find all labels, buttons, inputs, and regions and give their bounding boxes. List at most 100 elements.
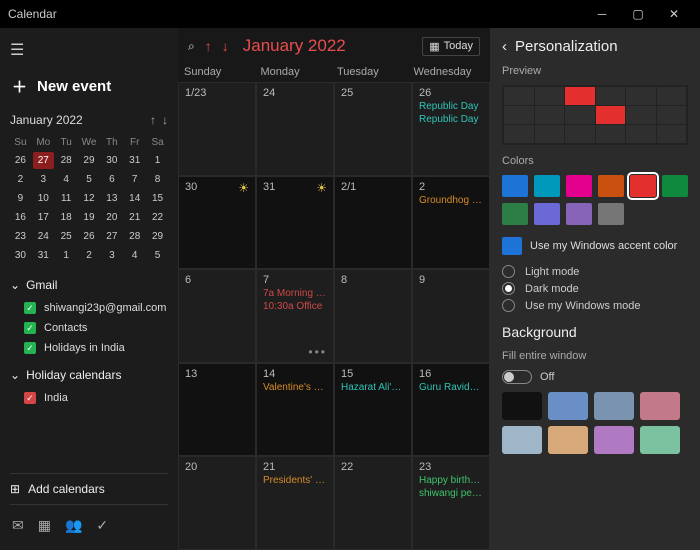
mini-day[interactable]: 1 bbox=[56, 247, 77, 264]
calendar-cell[interactable]: 31☀ bbox=[256, 176, 334, 270]
mini-day[interactable]: 9 bbox=[10, 190, 31, 207]
calendar-cell[interactable]: 14Valentine's Day bbox=[256, 363, 334, 457]
color-swatch[interactable] bbox=[566, 203, 592, 225]
mode-option[interactable]: Light mode bbox=[502, 263, 688, 280]
back-icon[interactable]: ‹ bbox=[502, 38, 507, 55]
mini-day[interactable]: 26 bbox=[10, 152, 31, 169]
color-swatch[interactable] bbox=[598, 175, 624, 197]
new-event-button[interactable]: ＋ New event bbox=[10, 68, 168, 105]
account-header[interactable]: ⌄Gmail bbox=[10, 272, 168, 298]
people-icon[interactable]: 👥 bbox=[65, 517, 82, 534]
mini-day[interactable]: 3 bbox=[33, 171, 54, 188]
next-month-icon[interactable]: ↓ bbox=[222, 38, 229, 54]
radio-icon[interactable] bbox=[502, 265, 515, 278]
mini-day[interactable]: 26 bbox=[79, 228, 100, 245]
event[interactable]: 7a Morning Wa bbox=[263, 288, 327, 299]
add-calendars-button[interactable]: ⊞ Add calendars bbox=[10, 473, 168, 505]
event[interactable]: Presidents' Day bbox=[263, 475, 327, 486]
account-header[interactable]: ⌄Holiday calendars bbox=[10, 362, 168, 388]
event[interactable]: Guru Ravidas Ja bbox=[419, 382, 483, 393]
mini-day[interactable]: 30 bbox=[101, 152, 122, 169]
calendar-cell[interactable]: 77a Morning Wa10:30a Office••• bbox=[256, 269, 334, 363]
mini-day[interactable]: 11 bbox=[56, 190, 77, 207]
calendar-cell[interactable]: 24 bbox=[256, 82, 334, 176]
mini-day[interactable]: 4 bbox=[124, 247, 145, 264]
mini-day[interactable]: 27 bbox=[33, 152, 54, 169]
mini-day[interactable]: 23 bbox=[10, 228, 31, 245]
event[interactable]: Republic Day bbox=[419, 114, 483, 125]
mode-option[interactable]: Dark mode bbox=[502, 280, 688, 297]
mini-day[interactable]: 13 bbox=[101, 190, 122, 207]
calendar-item[interactable]: ✓Holidays in India bbox=[10, 338, 168, 358]
color-swatch[interactable] bbox=[598, 203, 624, 225]
calendar-cell[interactable]: 13 bbox=[178, 363, 256, 457]
mail-icon[interactable]: ✉ bbox=[12, 517, 24, 534]
radio-icon[interactable] bbox=[502, 299, 515, 312]
mini-day[interactable]: 31 bbox=[33, 247, 54, 264]
today-button[interactable]: ▦ Today bbox=[422, 37, 480, 56]
mini-day[interactable]: 4 bbox=[56, 171, 77, 188]
prev-month-icon[interactable]: ↑ bbox=[205, 38, 212, 54]
mode-option[interactable]: Use my Windows mode bbox=[502, 297, 688, 314]
event[interactable]: shiwangi peswa bbox=[419, 488, 483, 499]
mini-day[interactable]: 29 bbox=[147, 228, 168, 245]
checkbox-icon[interactable]: ✓ bbox=[24, 322, 36, 334]
calendar-cell[interactable]: 8 bbox=[334, 269, 412, 363]
calendar-item[interactable]: ✓Contacts bbox=[10, 318, 168, 338]
event[interactable]: Hazarat Ali's Bi bbox=[341, 382, 405, 393]
color-swatch[interactable] bbox=[662, 175, 688, 197]
close-button[interactable]: ✕ bbox=[656, 0, 692, 28]
mini-day[interactable]: 3 bbox=[101, 247, 122, 264]
background-thumb[interactable] bbox=[640, 392, 680, 420]
mini-day[interactable]: 12 bbox=[79, 190, 100, 207]
color-swatch[interactable] bbox=[502, 175, 528, 197]
background-thumb[interactable] bbox=[548, 392, 588, 420]
todo-icon[interactable]: ✓ bbox=[96, 517, 108, 534]
calendar-cell[interactable]: 15Hazarat Ali's Bi bbox=[334, 363, 412, 457]
accent-color-row[interactable]: Use my Windows accent color bbox=[502, 237, 688, 255]
mini-prev-icon[interactable]: ↑ bbox=[150, 113, 156, 127]
color-swatch[interactable] bbox=[534, 203, 560, 225]
mini-day[interactable]: 10 bbox=[33, 190, 54, 207]
calendar-icon[interactable]: ▦ bbox=[38, 517, 51, 534]
background-thumb[interactable] bbox=[594, 426, 634, 454]
calendar-cell[interactable]: 2/1 bbox=[334, 176, 412, 270]
event[interactable]: Republic Day bbox=[419, 101, 483, 112]
calendar-cell[interactable]: 9 bbox=[412, 269, 490, 363]
minimize-button[interactable]: ─ bbox=[584, 0, 620, 28]
mini-day[interactable]: 18 bbox=[56, 209, 77, 226]
hamburger-icon[interactable]: ☰ bbox=[10, 36, 168, 64]
background-thumb[interactable] bbox=[502, 392, 542, 420]
mini-day[interactable]: 29 bbox=[79, 152, 100, 169]
calendar-cell[interactable]: 6 bbox=[178, 269, 256, 363]
fill-toggle[interactable] bbox=[502, 370, 532, 384]
calendar-cell[interactable]: 20 bbox=[178, 456, 256, 550]
background-thumb[interactable] bbox=[640, 426, 680, 454]
event[interactable]: Valentine's Day bbox=[263, 382, 327, 393]
calendar-cell[interactable]: 25 bbox=[334, 82, 412, 176]
maximize-button[interactable]: ▢ bbox=[620, 0, 656, 28]
mini-day[interactable]: 24 bbox=[33, 228, 54, 245]
mini-day[interactable]: 30 bbox=[10, 247, 31, 264]
color-swatch[interactable] bbox=[630, 175, 656, 197]
calendar-cell[interactable]: 30☀ bbox=[178, 176, 256, 270]
mini-day[interactable]: 2 bbox=[79, 247, 100, 264]
checkbox-icon[interactable]: ✓ bbox=[24, 392, 36, 404]
fill-toggle-row[interactable]: Off bbox=[502, 370, 688, 384]
color-swatch[interactable] bbox=[534, 175, 560, 197]
mini-day[interactable]: 21 bbox=[124, 209, 145, 226]
calendar-cell[interactable]: 21Presidents' Day bbox=[256, 456, 334, 550]
mini-day[interactable]: 5 bbox=[147, 247, 168, 264]
mini-day[interactable]: 19 bbox=[79, 209, 100, 226]
mini-next-icon[interactable]: ↓ bbox=[162, 113, 168, 127]
checkbox-icon[interactable]: ✓ bbox=[24, 342, 36, 354]
mini-day[interactable]: 22 bbox=[147, 209, 168, 226]
mini-day[interactable]: 28 bbox=[124, 228, 145, 245]
checkbox-icon[interactable]: ✓ bbox=[24, 302, 36, 314]
calendar-cell[interactable]: 16Guru Ravidas Ja bbox=[412, 363, 490, 457]
calendar-cell[interactable]: 22 bbox=[334, 456, 412, 550]
mini-day[interactable]: 28 bbox=[56, 152, 77, 169]
more-icon[interactable]: ••• bbox=[308, 345, 327, 359]
event[interactable]: 10:30a Office bbox=[263, 301, 327, 312]
mini-day[interactable]: 1 bbox=[147, 152, 168, 169]
